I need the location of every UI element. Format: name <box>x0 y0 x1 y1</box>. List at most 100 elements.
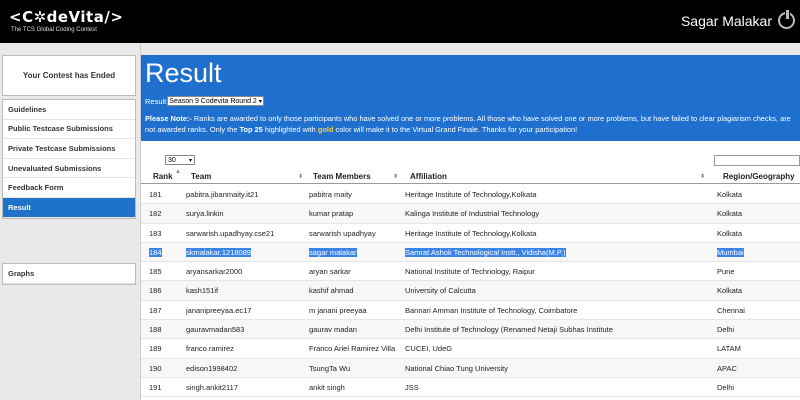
rank-cell: 184 <box>149 247 162 257</box>
region-cell-text: Kolkata <box>717 209 743 219</box>
results-table-area: 30 ▾ Rank ▲ Team ⬍ Team Members ⬍ Affili… <box>141 141 800 400</box>
table-row[interactable]: 184 skmalakar.1218089 sagar malakar Samrat … <box>141 242 800 263</box>
region-cell-text: Kolkata <box>717 228 743 238</box>
table-row[interactable]: 188 gauravmadan583 gaurav madan Delhi Insti… <box>141 320 800 340</box>
members-cell: ankit singh <box>309 383 345 392</box>
region-cell-text: Kolkata <box>717 190 743 199</box>
table-row[interactable]: 190 edison1998402 TsungTa Wu National Chiao… <box>141 358 800 378</box>
team-cell: singh.ankit2117 <box>186 383 238 392</box>
affiliation-cell: University of Calcutta <box>405 286 476 295</box>
sort-asc-icon: ▲ <box>175 169 181 175</box>
rank-cell-text: 183 <box>149 228 162 238</box>
team-cell-text: franco.ramirez <box>186 344 234 354</box>
table-row[interactable]: 189 franco.ramirez Franco Ariel Ramirez Vi… <box>141 339 800 359</box>
members-cell-text: kashif ahmad <box>309 286 354 296</box>
affiliation-cell: Delhi Institute of Technology (Renamed N… <box>405 325 613 334</box>
header-members[interactable]: Team Members ⬍ <box>313 172 398 181</box>
team-cell-text: skmalakar.1218089 <box>186 247 252 257</box>
round-selector-row: Result Season 9 Codevita Round 2 ▾ <box>145 96 264 106</box>
members-cell: aryan sarkar <box>309 267 351 276</box>
rank-cell-text: 186 <box>149 286 162 296</box>
sidebar-item-public-testcase[interactable]: Public Testcase Submissions <box>3 120 135 140</box>
sidebar: Your Contest has Ended Guidelines Public… <box>0 43 141 400</box>
page-size-select[interactable]: 30 ▾ <box>165 155 195 165</box>
table-row[interactable]: 185 aryansarkar2000 aryan sarkar National I… <box>141 262 800 282</box>
affiliation-cell-text: University of Calcutta <box>405 286 476 296</box>
header-team[interactable]: Team ⬍ <box>191 172 303 181</box>
chevron-down-icon: ▾ <box>188 157 192 164</box>
members-cell-text: Franco Ariel Ramirez Villa <box>309 344 396 354</box>
header-rank[interactable]: Rank ▲ <box>153 169 181 181</box>
rank-cell-text: 182 <box>149 209 162 219</box>
table-row[interactable]: 182 surya.linkin kumar pratap Kalinga Insti… <box>141 204 800 224</box>
members-cell-text: kumar pratap <box>309 209 354 219</box>
sidebar-item-feedback[interactable]: Feedback Form <box>3 178 135 198</box>
affiliation-cell: Kalinga Institute of Industrial Technolo… <box>405 209 539 218</box>
team-cell-text: kash151if <box>186 286 219 296</box>
members-cell: Franco Ariel Ramirez Villa <box>309 344 395 353</box>
region-cell: Kolkata <box>717 229 742 238</box>
table-row[interactable]: 187 jananipreeyaa.ec17 m janani preeyaa Ban… <box>141 301 800 321</box>
rank-cell: 186 <box>149 286 162 295</box>
page-title: Result <box>145 58 222 88</box>
team-cell: kash151if <box>186 286 218 295</box>
members-cell-text: m janani preeyaa <box>309 305 367 315</box>
region-cell: APAC <box>717 364 737 373</box>
affiliation-cell: National Institute of Technology, Raipur <box>405 267 535 276</box>
rank-cell: 181 <box>149 190 162 199</box>
rank-cell: 188 <box>149 325 162 334</box>
contest-status-text: Your Contest has Ended <box>22 71 116 80</box>
table-row[interactable]: 183 sarwarish.upadhyay.cse21 sarwarish upa… <box>141 224 800 243</box>
team-cell-text: gauravmadan583 <box>186 325 245 335</box>
members-cell-text: pabitra maity <box>309 190 352 199</box>
region-cell: LATAM <box>717 344 741 353</box>
affiliation-cell: JSS <box>405 383 419 392</box>
user-name[interactable]: Sagar Malakar <box>681 13 772 29</box>
affiliation-cell: Samrat Ashok Technological Instt., Vidis… <box>405 247 566 257</box>
rank-cell: 183 <box>149 229 162 238</box>
region-cell-text: Delhi <box>717 382 735 392</box>
rank-cell-text: 190 <box>149 363 162 373</box>
team-cell-text: jananipreeyaa.ec17 <box>186 305 252 315</box>
page-size-value: 30 <box>168 156 176 164</box>
search-input[interactable] <box>714 155 800 166</box>
header-affiliation[interactable]: Affiliation ⬍ <box>410 172 705 181</box>
table-row[interactable]: 181 pabitra.jibanmaity.it21 pabitra maity H… <box>141 185 800 205</box>
sidebar-item-result[interactable]: Result <box>3 197 135 218</box>
region-cell-text: Mumbai <box>717 247 744 257</box>
team-cell: edison1998402 <box>186 364 237 373</box>
header-affiliation-label: Affiliation <box>410 172 447 181</box>
table-row[interactable]: 186 kash151if kashif ahmad University of Ca… <box>141 281 800 301</box>
header-region-label: Region/Geography <box>723 172 795 181</box>
sidebar-item-private-testcase[interactable]: Private Testcase Submissions <box>3 139 135 159</box>
affiliation-cell-text: National Institute of Technology, Raipur <box>405 267 535 277</box>
codevita-logo[interactable]: <C✲deVita/> The TCS Global Coding Contes… <box>9 9 123 33</box>
region-cell: Pune <box>717 267 735 276</box>
sort-icon: ⬍ <box>393 174 399 180</box>
members-cell-text: sarwarish upadhyay <box>309 228 376 238</box>
team-cell: skmalakar.1218089 <box>186 247 252 257</box>
header-region[interactable]: Region/Geography <box>723 172 795 181</box>
round-select[interactable]: Season 9 Codevita Round 2 ▾ <box>167 96 264 106</box>
note-gold: gold <box>317 125 334 134</box>
sidebar-item-graphs[interactable]: Graphs <box>3 264 135 284</box>
logo-subtitle: The TCS Global Coding Contest <box>11 27 97 33</box>
members-cell-text: gaurav madan <box>309 325 357 335</box>
note-prefix: Please Note:- <box>145 114 192 123</box>
members-cell: sarwarish upadhyay <box>309 229 376 238</box>
sidebar-item-guidelines[interactable]: Guidelines <box>3 100 135 120</box>
affiliation-cell-text: National Chiao Tung University <box>405 363 508 373</box>
region-cell-text: APAC <box>717 363 737 373</box>
members-cell: sagar malakar <box>309 247 357 257</box>
logo-text: <C✲deVita/> <box>9 8 124 26</box>
rank-cell-text: 188 <box>149 325 162 335</box>
table-row[interactable]: 191 singh.ankit2117 ankit singh JSS Delhi <box>141 378 800 398</box>
sidebar-item-unevaluated[interactable]: Unevaluated Submissions <box>3 159 135 179</box>
rank-cell-text: 185 <box>149 267 162 277</box>
team-cell-text: sarwarish.upadhyay.cse21 <box>186 228 275 238</box>
rank-cell: 182 <box>149 209 162 218</box>
power-icon[interactable] <box>778 10 795 29</box>
rank-cell-text: 189 <box>149 344 162 354</box>
region-cell: Delhi <box>717 383 734 392</box>
rank-cell: 191 <box>149 383 162 392</box>
